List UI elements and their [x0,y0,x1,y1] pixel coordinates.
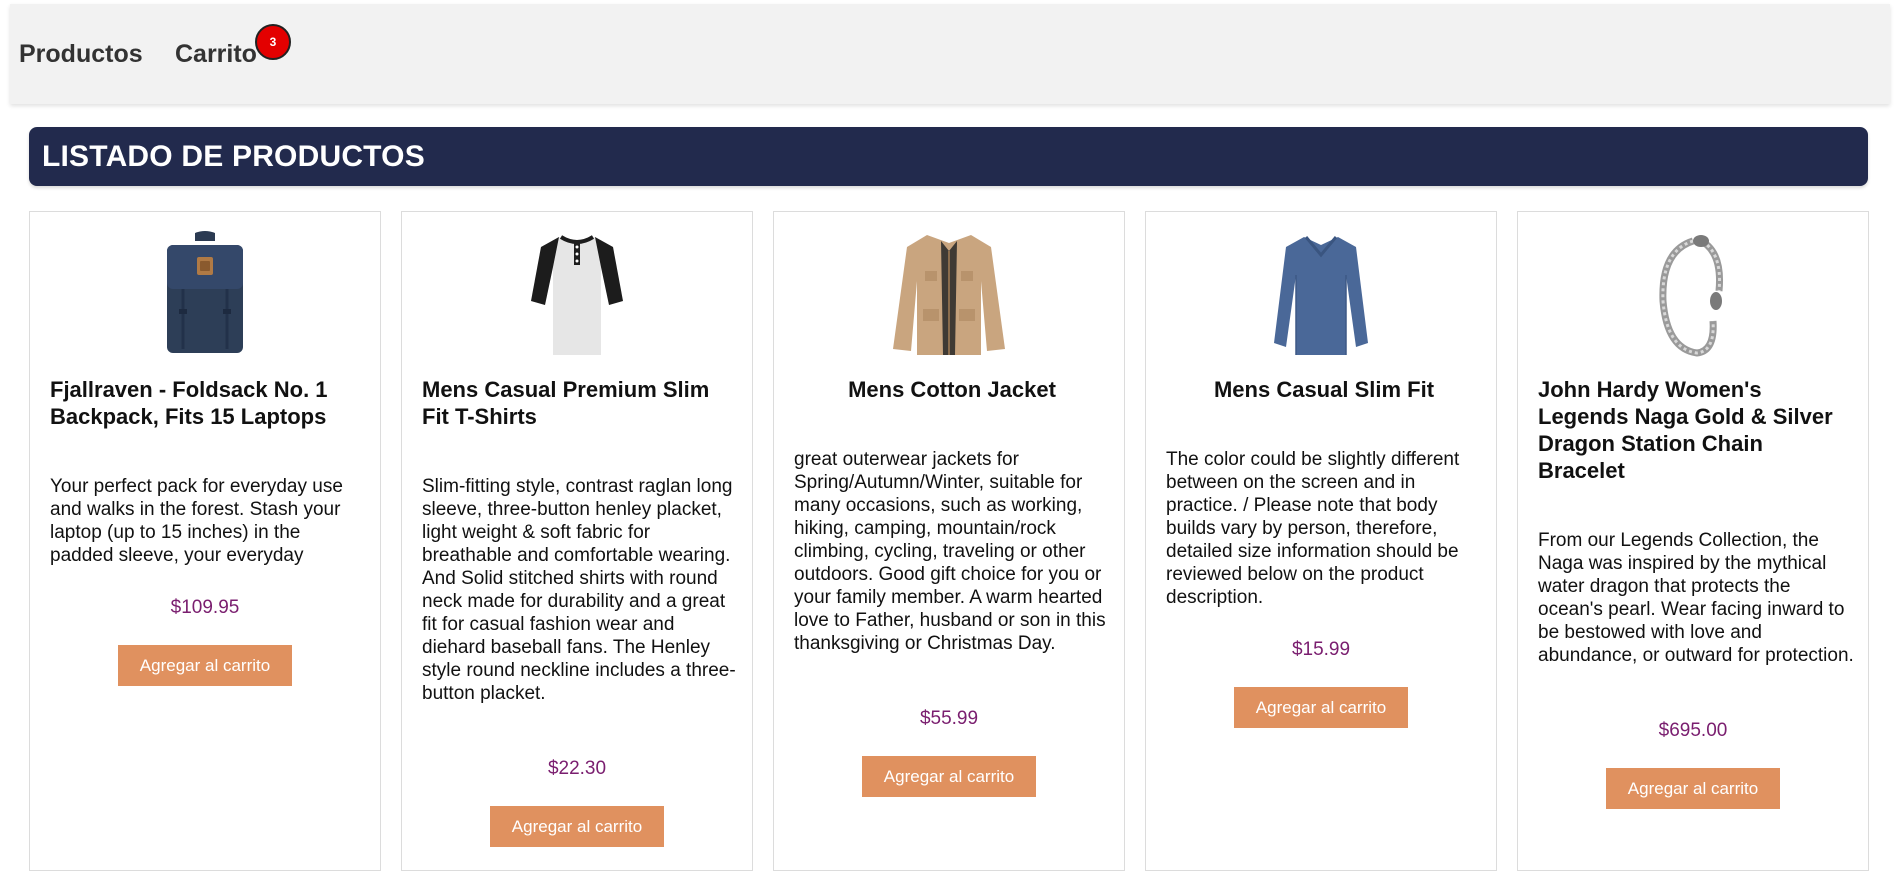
product-description: Your perfect pack for everyday use and w… [50,476,343,566]
nav-link-cart[interactable]: Carrito [175,40,257,69]
top-navbar: Productos Carrito 3 [10,4,1890,104]
product-image [1146,230,1496,358]
cart-count-badge: 3 [255,24,291,60]
product-price: $55.99 [919,708,979,729]
product-description: Slim-fitting style, contrast raglan long… [422,476,736,704]
product-price: $15.99 [1291,639,1351,660]
product-description: The color could be slightly different be… [1166,449,1460,608]
product-title: Mens Casual Slim Fit [1213,377,1435,402]
product-card: Mens Casual Slim Fit The color could be … [1145,211,1497,871]
product-image [1518,230,1868,358]
product-card: John Hardy Women's Legends Naga Gold & S… [1517,211,1869,871]
product-title: Fjallraven - Foldsack No. 1 Backpack, Fi… [50,377,328,429]
add-to-cart-button[interactable]: Agregar al carrito [118,645,292,686]
product-price: $22.30 [547,758,607,779]
add-to-cart-button[interactable]: Agregar al carrito [1606,768,1780,809]
page-title: LISTADO DE PRODUCTOS [42,140,425,173]
backpack-image [167,231,243,353]
bracelet-image [1659,235,1724,357]
product-card: Fjallraven - Foldsack No. 1 Backpack, Fi… [29,211,381,871]
add-to-cart-button[interactable]: Agregar al carrito [1234,687,1408,728]
jacket-image [893,235,1005,355]
product-title: John Hardy Women's Legends Naga Gold & S… [1538,377,1833,483]
add-to-cart-button[interactable]: Agregar al carrito [490,806,664,847]
product-image [774,230,1124,358]
product-image [30,230,380,358]
product-price: $109.95 [170,597,240,618]
product-description: From our Legends Collection, the Naga wa… [1538,530,1854,666]
product-card: Mens Casual Premium Slim Fit T-Shirts Sl… [401,211,753,871]
page-title-bar: LISTADO DE PRODUCTOS [29,127,1868,186]
product-card: Mens Cotton Jacket great outerwear jacke… [773,211,1125,871]
product-price: $695.00 [1658,720,1728,741]
product-title: Mens Cotton Jacket [848,377,1056,402]
long-sleeve-shirt-image [1274,236,1368,355]
product-image [402,230,752,358]
nav-link-products[interactable]: Productos [19,40,143,69]
add-to-cart-button[interactable]: Agregar al carrito [862,756,1036,797]
henley-shirt-image [531,235,623,355]
product-title: Mens Casual Premium Slim Fit T-Shirts [422,377,710,429]
product-description: great outerwear jackets for Spring/Autum… [794,449,1106,654]
